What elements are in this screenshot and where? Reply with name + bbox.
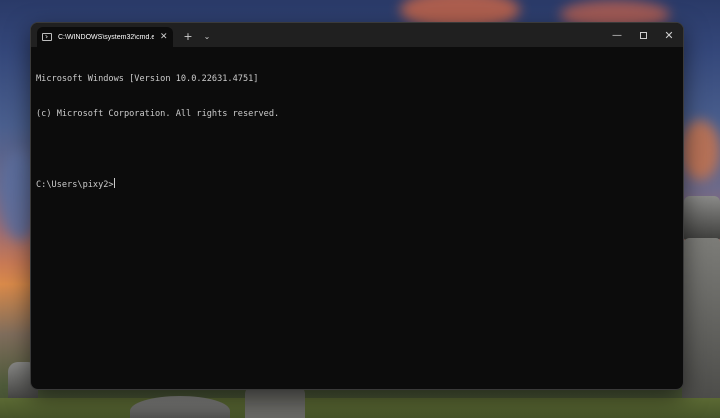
maximize-button[interactable] [629, 23, 657, 47]
chevron-down-icon[interactable]: ⌄ [201, 28, 213, 44]
new-tab-button[interactable]: + [181, 28, 195, 44]
prompt-text: C:\Users\pixy2> [36, 179, 114, 190]
stone [245, 386, 305, 418]
console-output[interactable]: Microsoft Windows [Version 10.0.22631.47… [36, 51, 279, 212]
cloud [680, 120, 720, 180]
text-cursor [113, 177, 115, 188]
grass [0, 398, 720, 418]
prompt-line[interactable]: C:\Users\pixy2> [36, 177, 279, 190]
tab-cmd[interactable]: C:\WINDOWS\system32\cmd.exe ✕ [37, 27, 173, 47]
scrollbar[interactable] [678, 51, 681, 381]
stone [682, 238, 720, 398]
console-line: (c) Microsoft Corporation. All rights re… [36, 108, 280, 119]
stone [130, 396, 230, 418]
tab-close-icon[interactable]: ✕ [160, 32, 168, 42]
console-icon [42, 33, 52, 41]
close-button[interactable]: ✕ [655, 23, 683, 47]
terminal-window[interactable]: C:\WINDOWS\system32\cmd.exe ✕ + ⌄ — ✕ Mi… [30, 22, 684, 390]
stone [684, 196, 720, 240]
console-line: Microsoft Windows [Version 10.0.22631.47… [36, 74, 259, 84]
minimize-button[interactable]: — [603, 23, 631, 47]
tab-title: C:\WINDOWS\system32\cmd.exe [58, 33, 154, 41]
title-bar[interactable]: C:\WINDOWS\system32\cmd.exe ✕ + ⌄ — ✕ [31, 23, 683, 47]
maximize-icon [639, 31, 647, 39]
